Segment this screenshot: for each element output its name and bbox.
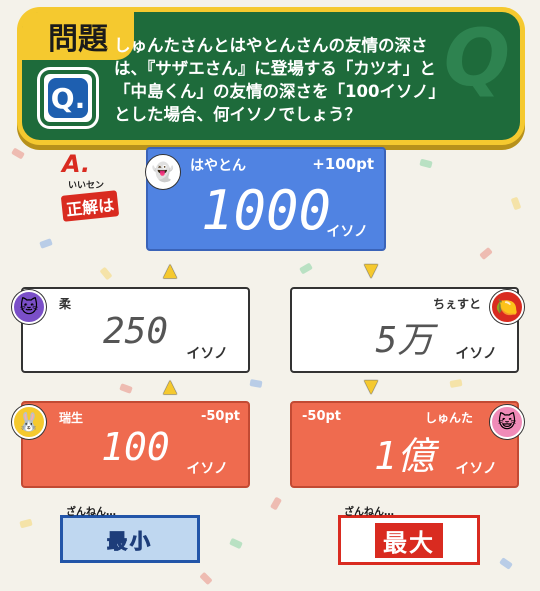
question-text: しゅんたさんとはやとんさんの友情の深さ は、『サザエさん』に登場する「カツオ」と… (114, 36, 445, 124)
answer-unit: イソノ (186, 346, 228, 362)
answer-sub-label: いいセン (68, 181, 105, 191)
points-badge: +100pt (312, 155, 374, 173)
stamp-max-word: 最大 (375, 522, 443, 558)
answer-card-top: 👻 はやとん +100pt 1000 イソノ (146, 147, 386, 251)
arrow-up-icon: ▲ (163, 260, 177, 281)
player-name: しゅんた (424, 411, 473, 425)
question-board: Q 問題 Q. しゅんたさんとはやとんさんの友情の深さ は、『サザエさん』に登場… (22, 12, 520, 140)
purple-cat-icon: 🐱 (12, 290, 46, 324)
answer-unit: イソノ (186, 461, 228, 477)
stamp-min-prefix: ざんねん… (66, 507, 116, 518)
stamp-max-box: 最大 (338, 515, 480, 565)
q-badge: Q. (40, 70, 96, 126)
stamp-min-box: 最小 (60, 515, 200, 563)
points-badge: -50pt (302, 409, 342, 424)
answer-card-right-mid: ちぇすと 5万 イソノ (290, 287, 519, 373)
answer-card-left-bot: 瑞生 -50pt 100 イソノ (21, 401, 250, 488)
q-badge-icon: Q. (48, 78, 88, 118)
arrow-up-icon: ▲ (163, 376, 177, 397)
answer-unit: イソノ (326, 224, 368, 240)
stamp-min: 最小 ざんねん… (60, 503, 200, 565)
player-name: 柔 (59, 297, 72, 311)
stamp-max-prefix: ざんねん… (344, 507, 394, 518)
correct-label: 正解は (60, 190, 120, 222)
pink-cat-icon: 😺 (490, 405, 524, 439)
answer-label: A. いいセン 正解は (60, 150, 142, 222)
answer-letter: A. (62, 150, 91, 178)
player-name: ちぇすと (432, 297, 481, 311)
answer-unit: イソノ (455, 461, 497, 477)
stamp-max: 最大 ざんねん… (338, 503, 480, 567)
answer-card-left-mid: 柔 250 イソノ (21, 287, 250, 373)
lemon-icon: 🍋 (490, 290, 524, 324)
arrow-down-icon: ▼ (364, 260, 378, 281)
player-name: 瑞生 (59, 411, 84, 425)
arrow-down-icon: ▼ (364, 376, 378, 397)
stamp-min-word: 最小 (107, 528, 153, 553)
player-name: はやとん (190, 158, 246, 174)
rabbit-icon: 🐰 (12, 405, 46, 439)
points-badge: -50pt (200, 409, 240, 424)
answer-unit: イソノ (455, 346, 497, 362)
answer-card-right-bot: しゅんた -50pt 1億 イソノ (290, 401, 519, 488)
